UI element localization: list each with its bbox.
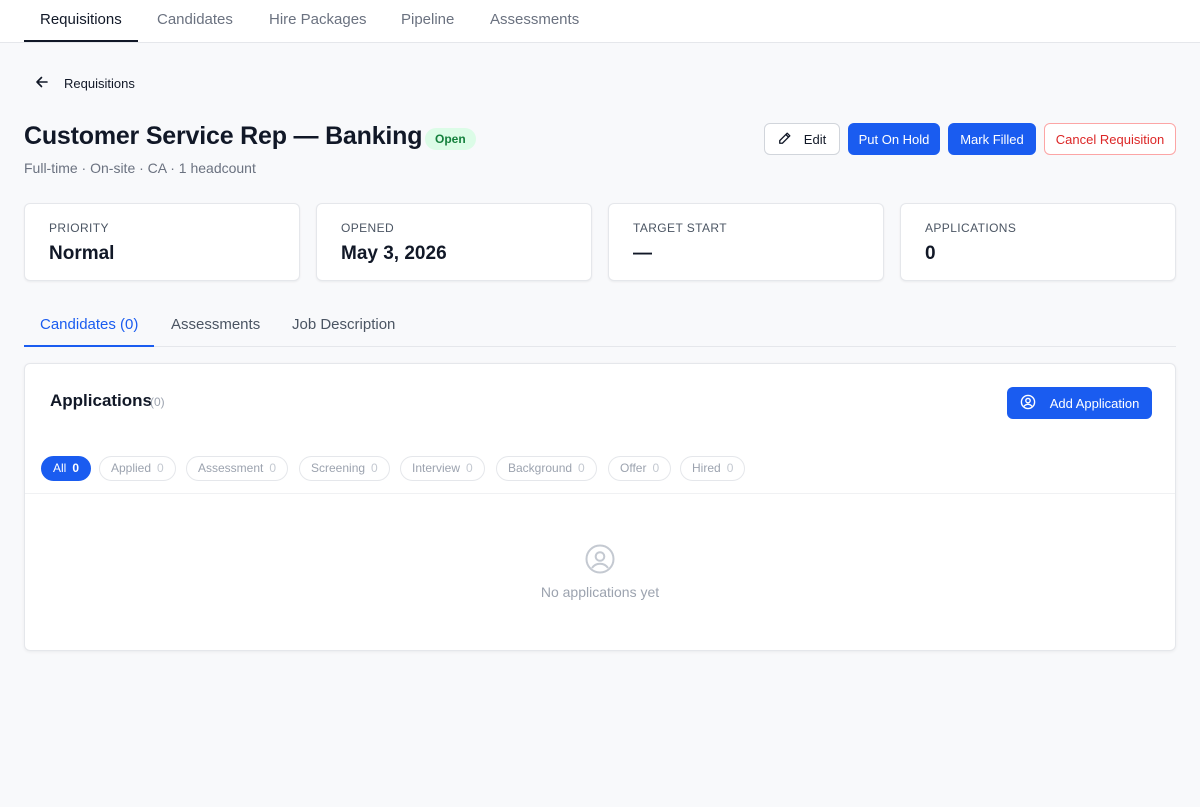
back-link-label: Requisitions [64, 75, 135, 91]
user-circle-icon [585, 544, 615, 574]
filter-chip-label: Background [508, 461, 573, 475]
filter-chip-count: 0 [578, 461, 585, 475]
stat-value: — [633, 243, 652, 264]
filter-chip-label: Interview [412, 461, 461, 475]
top-tab-pipeline[interactable]: Pipeline [385, 0, 470, 42]
stat-value: 0 [925, 243, 936, 264]
stat-card-target-start: TARGET START — [608, 203, 884, 281]
applications-count: (0) [150, 395, 165, 409]
filter-chip-offer[interactable]: Offer 0 [608, 456, 672, 481]
tab-candidates[interactable]: Candidates (0) [24, 306, 155, 347]
filter-chip-screening[interactable]: Screening 0 [299, 456, 390, 481]
add-application-button[interactable]: Add Application [1007, 387, 1152, 419]
filter-chip-count: 0 [726, 461, 734, 475]
applications-title: Applications [50, 391, 153, 410]
mark-filled-button[interactable]: Mark Filled [948, 123, 1036, 155]
filter-chip-count: 0 [72, 461, 80, 475]
page-title: Customer Service Rep — Banking [24, 122, 423, 150]
filter-chip-count: 0 [652, 461, 660, 475]
top-nav: Requisitions Candidates Hire Packages Pi… [0, 0, 1200, 43]
edit-button[interactable]: Edit [764, 123, 840, 155]
edit-button-label: Edit [803, 131, 827, 147]
filter-chip-label: Screening [311, 461, 366, 475]
tab-assessments[interactable]: Assessments [155, 306, 276, 347]
panel-divider [25, 493, 1175, 494]
stat-label: PRIORITY [49, 221, 109, 235]
filter-chip-label: Applied [111, 461, 152, 475]
stat-card-opened: OPENED May 3, 2026 [316, 203, 592, 281]
status-badge: Open [425, 128, 476, 150]
add-application-label: Add Application [1049, 395, 1140, 411]
filter-chip-count: 0 [157, 461, 164, 475]
filter-chip-interview[interactable]: Interview 0 [400, 456, 485, 481]
filter-chip-count: 0 [466, 461, 473, 475]
filter-chip-label: Hired [692, 461, 721, 475]
filter-chip-background[interactable]: Background 0 [496, 456, 597, 481]
filter-chip-all[interactable]: All 0 [41, 456, 92, 481]
filter-chip-count: 0 [371, 461, 378, 475]
stat-card-applications: APPLICATIONS 0 [900, 203, 1176, 281]
filter-chip-label: Offer [620, 461, 647, 475]
filter-chip-applied[interactable]: Applied 0 [99, 456, 176, 481]
top-tab-assessments[interactable]: Assessments [474, 0, 595, 42]
stat-label: TARGET START [633, 221, 727, 235]
pencil-icon [778, 131, 792, 148]
tab-job-description[interactable]: Job Description [276, 306, 411, 347]
empty-state-message: No applications yet [540, 584, 660, 600]
top-tab-requisitions[interactable]: Requisitions [24, 0, 138, 42]
put-on-hold-button[interactable]: Put On Hold [848, 123, 940, 155]
stat-label: APPLICATIONS [925, 221, 1017, 235]
filter-chip-count: 0 [269, 461, 277, 475]
arrow-left-icon [34, 74, 50, 93]
stat-card-priority: PRIORITY Normal [24, 203, 300, 281]
detail-tabs: Candidates (0) Assessments Job Descripti… [24, 306, 1176, 347]
page-subtitle: Full-time · On-site · CA · 1 headcount [24, 160, 256, 176]
stat-value: May 3, 2026 [341, 243, 447, 264]
filter-chip-label: Assessment [198, 461, 264, 475]
stat-label: OPENED [341, 221, 395, 235]
cancel-requisition-button[interactable]: Cancel Requisition [1044, 123, 1176, 155]
user-circle-icon [1020, 394, 1036, 413]
applications-panel: Applications (0) Add Application All 0 Ap… [24, 363, 1176, 651]
back-link[interactable]: Requisitions [34, 72, 135, 94]
top-tab-hire-packages[interactable]: Hire Packages [253, 0, 383, 42]
stat-value: Normal [49, 243, 115, 264]
top-tab-candidates[interactable]: Candidates [141, 0, 249, 42]
filter-chip-label: All [53, 461, 67, 475]
filter-chip-hired[interactable]: Hired 0 [680, 456, 746, 481]
filter-chip-assessment[interactable]: Assessment 0 [186, 456, 289, 481]
